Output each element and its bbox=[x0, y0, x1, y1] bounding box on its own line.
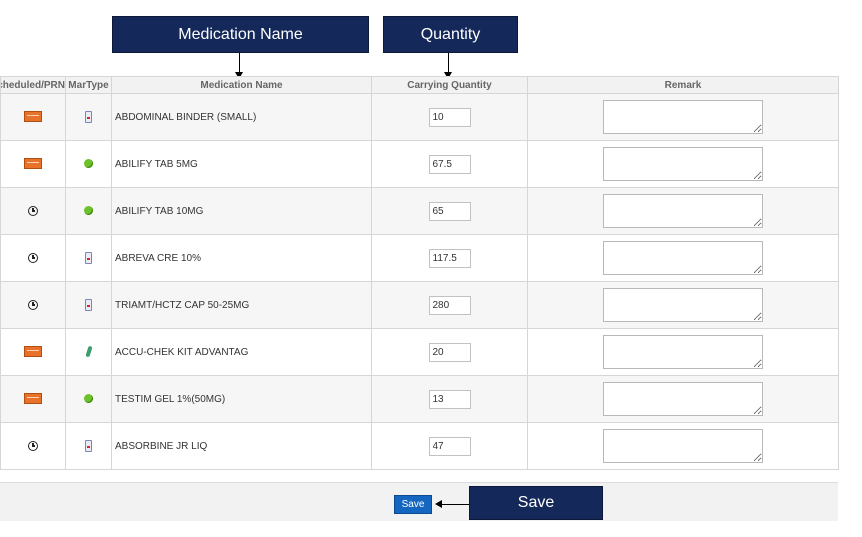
mar-type-cell bbox=[65, 93, 112, 141]
mar-type-cell bbox=[65, 422, 112, 470]
prn-icon bbox=[24, 158, 42, 170]
scheduled-prn-cell bbox=[0, 375, 66, 423]
remark-textarea[interactable] bbox=[603, 429, 763, 463]
table-row: ABSORBINE JR LIQ bbox=[0, 422, 839, 470]
remark-cell bbox=[527, 234, 839, 282]
remark-cell bbox=[527, 93, 839, 141]
table-row: TESTIM GEL 1%(50MG) bbox=[0, 375, 839, 423]
mar-type-cell bbox=[65, 328, 112, 376]
header-mar-type: MarType bbox=[65, 76, 112, 94]
remark-textarea[interactable] bbox=[603, 194, 763, 228]
remark-cell bbox=[527, 422, 839, 470]
remark-cell bbox=[527, 328, 839, 376]
callout-medication-name-arrow bbox=[235, 53, 243, 79]
carrying-quantity-cell bbox=[371, 140, 528, 188]
kit-icon bbox=[84, 346, 93, 358]
table-header-row: Scheduled/PRN MarType Medication Name Ca… bbox=[0, 76, 839, 94]
carrying-quantity-cell bbox=[371, 328, 528, 376]
mar-type-cell bbox=[65, 187, 112, 235]
callout-medication-name: Medication Name bbox=[112, 16, 369, 53]
remark-cell bbox=[527, 187, 839, 235]
prn-icon bbox=[24, 111, 42, 123]
medication-name-cell: ABREVA CRE 10% bbox=[111, 234, 372, 282]
carrying-quantity-cell bbox=[371, 281, 528, 329]
callout-save-arrow bbox=[435, 500, 469, 508]
table-row: ACCU-CHEK KIT ADVANTAG bbox=[0, 328, 839, 376]
medication-name-cell: ABSORBINE JR LIQ bbox=[111, 422, 372, 470]
carrying-quantity-input[interactable] bbox=[428, 295, 471, 315]
medication-name-cell: ABILIFY TAB 10MG bbox=[111, 187, 372, 235]
bottle-icon bbox=[85, 252, 92, 264]
save-button[interactable]: Save bbox=[394, 495, 432, 514]
scheduled-prn-cell bbox=[0, 281, 66, 329]
carrying-quantity-cell bbox=[371, 375, 528, 423]
scheduled-prn-cell bbox=[0, 422, 66, 470]
header-medication-name: Medication Name bbox=[111, 76, 372, 94]
mar-type-cell bbox=[65, 234, 112, 282]
scheduled-prn-cell bbox=[0, 93, 66, 141]
carrying-quantity-input[interactable] bbox=[428, 201, 471, 221]
carrying-quantity-input[interactable] bbox=[428, 154, 471, 174]
medication-name-cell: TRIAMT/HCTZ CAP 50-25MG bbox=[111, 281, 372, 329]
clock-icon bbox=[28, 440, 38, 451]
prn-icon bbox=[24, 346, 42, 358]
remark-textarea[interactable] bbox=[603, 147, 763, 181]
table-row: ABILIFY TAB 5MG bbox=[0, 140, 839, 188]
scheduled-prn-cell bbox=[0, 328, 66, 376]
carrying-quantity-cell bbox=[371, 234, 528, 282]
remark-textarea[interactable] bbox=[603, 100, 763, 134]
medication-table: Scheduled/PRN MarType Medication Name Ca… bbox=[0, 76, 839, 470]
table-row: ABILIFY TAB 10MG bbox=[0, 187, 839, 235]
remark-cell bbox=[527, 140, 839, 188]
scheduled-prn-cell bbox=[0, 140, 66, 188]
mar-type-cell bbox=[65, 140, 112, 188]
carrying-quantity-input[interactable] bbox=[428, 107, 471, 127]
medication-name-cell: ABDOMINAL BINDER (SMALL) bbox=[111, 93, 372, 141]
carrying-quantity-input[interactable] bbox=[428, 342, 471, 362]
header-scheduled-prn: Scheduled/PRN bbox=[0, 76, 66, 94]
clock-icon bbox=[28, 205, 38, 216]
bottle-icon bbox=[85, 299, 92, 311]
medication-name-cell: ABILIFY TAB 5MG bbox=[111, 140, 372, 188]
remark-textarea[interactable] bbox=[603, 241, 763, 275]
table-row: ABREVA CRE 10% bbox=[0, 234, 839, 282]
clock-icon bbox=[28, 299, 38, 310]
bottle-icon bbox=[85, 440, 92, 452]
prn-icon bbox=[24, 393, 42, 405]
remark-cell bbox=[527, 375, 839, 423]
scheduled-prn-cell bbox=[0, 234, 66, 282]
remark-textarea[interactable] bbox=[603, 382, 763, 416]
table-row: TRIAMT/HCTZ CAP 50-25MG bbox=[0, 281, 839, 329]
remark-cell bbox=[527, 281, 839, 329]
medication-name-cell: TESTIM GEL 1%(50MG) bbox=[111, 375, 372, 423]
carrying-quantity-cell bbox=[371, 93, 528, 141]
carrying-quantity-input[interactable] bbox=[428, 436, 471, 456]
callout-save: Save bbox=[469, 486, 603, 520]
remark-textarea[interactable] bbox=[603, 335, 763, 369]
callout-quantity: Quantity bbox=[383, 16, 518, 53]
carrying-quantity-cell bbox=[371, 187, 528, 235]
header-remark: Remark bbox=[527, 76, 839, 94]
carrying-quantity-cell bbox=[371, 422, 528, 470]
carrying-quantity-input[interactable] bbox=[428, 389, 471, 409]
callout-quantity-arrow bbox=[444, 53, 452, 79]
scheduled-prn-cell bbox=[0, 187, 66, 235]
header-carrying-quantity: Carrying Quantity bbox=[371, 76, 528, 94]
clock-icon bbox=[28, 252, 38, 263]
mar-type-cell bbox=[65, 281, 112, 329]
medication-name-cell: ACCU-CHEK KIT ADVANTAG bbox=[111, 328, 372, 376]
table-row: ABDOMINAL BINDER (SMALL) bbox=[0, 93, 839, 141]
apple-icon bbox=[84, 206, 93, 216]
apple-icon bbox=[84, 159, 93, 169]
carrying-quantity-input[interactable] bbox=[428, 248, 471, 268]
apple-icon bbox=[84, 394, 93, 404]
remark-textarea[interactable] bbox=[603, 288, 763, 322]
bottle-icon bbox=[85, 111, 92, 123]
mar-type-cell bbox=[65, 375, 112, 423]
